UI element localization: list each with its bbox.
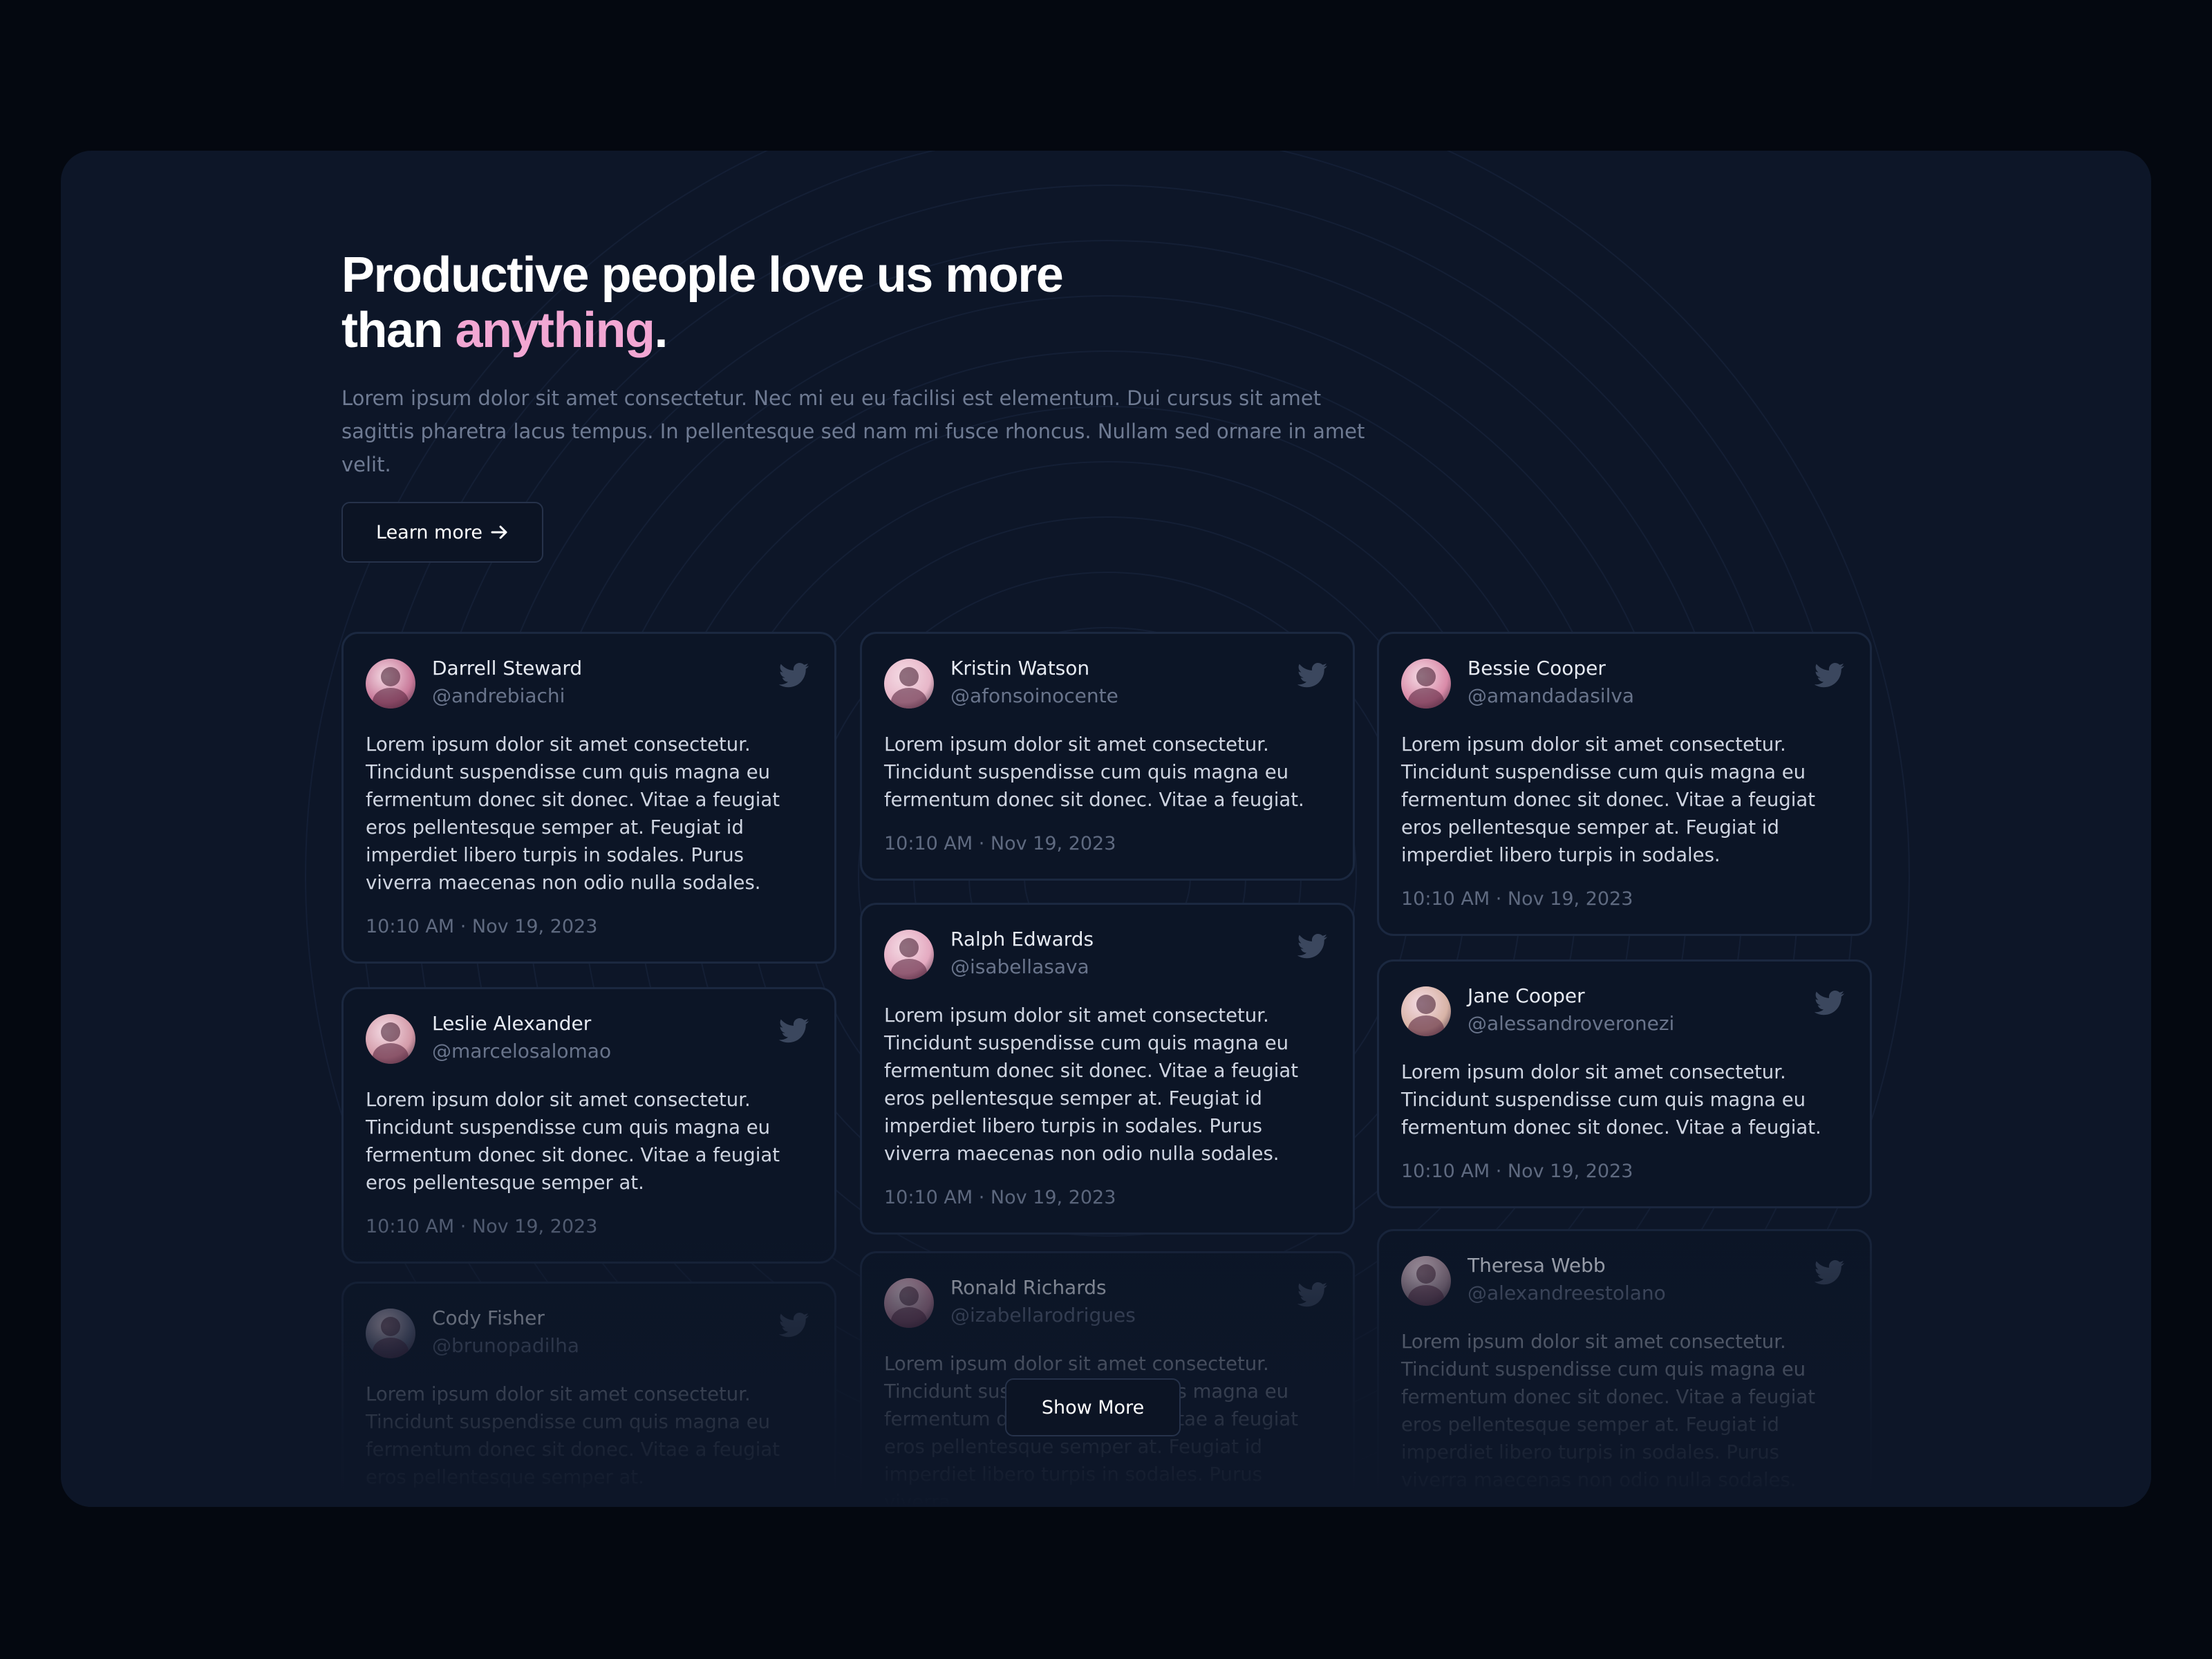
avatar xyxy=(1401,659,1451,709)
testimonial-text: Lorem ipsum dolor sit amet consectetur. … xyxy=(884,1004,1299,1165)
avatar xyxy=(884,1278,934,1328)
author-handle[interactable]: @isabellasava xyxy=(950,953,1089,981)
testimonial-text: Lorem ipsum dolor sit amet consectetur. … xyxy=(1401,1061,1821,1138)
twitter-bird-icon[interactable] xyxy=(1815,991,1845,1015)
testimonial-text: Lorem ipsum dolor sit amet consectetur. … xyxy=(1401,733,1816,866)
learn-more-label: Learn more xyxy=(376,521,482,543)
arrow-right-icon xyxy=(491,525,507,539)
twitter-bird-icon[interactable] xyxy=(779,1313,809,1338)
avatar xyxy=(366,1014,415,1064)
testimonial-text: Lorem ipsum dolor sit amet consectetur. … xyxy=(1401,1331,1816,1491)
testimonial-text: Lorem ipsum dolor sit amet consectetur. … xyxy=(366,1383,780,1488)
card-header: Jane Cooper @alessandroveronezi xyxy=(1401,982,1848,1040)
twitter-bird-icon[interactable] xyxy=(1297,663,1328,688)
testimonial-card[interactable]: Kristin Watson @afonsoinocente Lorem ips… xyxy=(860,632,1355,881)
testimonial-card[interactable]: Bessie Cooper @amandadasilva Lorem ipsum… xyxy=(1377,632,1872,936)
page-title: Productive people love us more than anyt… xyxy=(341,247,1240,358)
twitter-bird-icon[interactable] xyxy=(779,1018,809,1043)
timestamp: 10:10 AM · Nov 19, 2023 xyxy=(366,916,598,937)
avatar xyxy=(884,659,934,709)
timestamp: 10:10 AM · Nov 19, 2023 xyxy=(1401,1161,1633,1182)
timestamp: 10:10 AM · Nov 19, 2023 xyxy=(1401,888,1633,910)
timestamp: 10:10 AM · Nov 19, 2023 xyxy=(884,1187,1116,1208)
card-header: Kristin Watson @afonsoinocente xyxy=(884,655,1331,713)
testimonial-text: Lorem ipsum dolor sit amet consectetur. … xyxy=(884,733,1304,811)
author-handle[interactable]: @marcelosalomao xyxy=(432,1038,611,1065)
author-name: Ronald Richards xyxy=(950,1276,1107,1299)
author-name: Cody Fisher xyxy=(432,1306,545,1329)
avatar xyxy=(1401,1256,1451,1306)
author-handle[interactable]: @alessandroveronezi xyxy=(1468,1010,1674,1038)
avatar xyxy=(1401,986,1451,1036)
author-name: Leslie Alexander xyxy=(432,1012,592,1035)
testimonials-panel: Productive people love us more than anyt… xyxy=(61,151,2151,1507)
testimonial-card[interactable]: Theresa Webb @alexandreestolano Lorem ip… xyxy=(1377,1229,1872,1507)
author-handle[interactable]: @amandadasilva xyxy=(1468,682,1634,710)
author-handle[interactable]: @alexandreestolano xyxy=(1468,1280,1666,1307)
show-more-label: Show More xyxy=(1041,1396,1145,1418)
card-header: Ralph Edwards @isabellasava xyxy=(884,926,1331,984)
testimonial-text: Lorem ipsum dolor sit amet consectetur. … xyxy=(366,733,780,894)
twitter-bird-icon[interactable] xyxy=(779,663,809,688)
author-name: Bessie Cooper xyxy=(1468,657,1606,679)
learn-more-button[interactable]: Learn more xyxy=(341,502,543,563)
author-handle[interactable]: @brunopadilha xyxy=(432,1332,579,1360)
author-handle[interactable]: @afonsoinocente xyxy=(950,682,1118,710)
author-name: Darrell Steward xyxy=(432,657,583,679)
title-line-1: Productive people love us more xyxy=(341,247,1064,303)
show-more-button[interactable]: Show More xyxy=(1005,1378,1181,1436)
twitter-bird-icon[interactable] xyxy=(1815,663,1845,688)
card-header: Darrell Steward @andrebiachi xyxy=(366,655,812,713)
card-header: Cody Fisher @brunopadilha xyxy=(366,1304,812,1362)
title-accent-word: anything xyxy=(455,303,655,358)
author-handle[interactable]: @andrebiachi xyxy=(432,682,565,710)
title-line-2-prefix: than xyxy=(341,303,456,358)
hero-description: Lorem ipsum dolor sit amet consectetur. … xyxy=(341,386,1365,476)
testimonial-card[interactable]: Cody Fisher @brunopadilha Lorem ipsum do… xyxy=(341,1282,836,1507)
card-header: Theresa Webb @alexandreestolano xyxy=(1401,1252,1848,1310)
author-name: Jane Cooper xyxy=(1468,984,1585,1007)
card-header: Ronald Richards @izabellarodrigues xyxy=(884,1274,1331,1332)
title-period: . xyxy=(654,303,668,358)
card-header: Bessie Cooper @amandadasilva xyxy=(1401,655,1848,713)
twitter-bird-icon[interactable] xyxy=(1815,1260,1845,1285)
twitter-bird-icon[interactable] xyxy=(1297,934,1328,959)
timestamp: 10:10 AM · Nov 19, 2023 xyxy=(366,1216,598,1237)
author-name: Ralph Edwards xyxy=(950,928,1094,950)
author-name: Theresa Webb xyxy=(1468,1254,1606,1277)
testimonial-card[interactable]: Darrell Steward @andrebiachi Lorem ipsum… xyxy=(341,632,836,964)
avatar xyxy=(884,930,934,980)
testimonial-card[interactable]: Ralph Edwards @isabellasava Lorem ipsum … xyxy=(860,903,1355,1235)
testimonial-card[interactable]: Jane Cooper @alessandroveronezi Lorem ip… xyxy=(1377,959,1872,1208)
avatar xyxy=(366,659,415,709)
testimonial-text: Lorem ipsum dolor sit amet consectetur. … xyxy=(366,1089,780,1194)
author-handle[interactable]: @izabellarodrigues xyxy=(950,1302,1136,1329)
twitter-bird-icon[interactable] xyxy=(1297,1282,1328,1307)
timestamp: 10:10 AM · Nov 19, 2023 xyxy=(884,833,1116,854)
author-name: Kristin Watson xyxy=(950,657,1090,679)
avatar xyxy=(366,1309,415,1358)
testimonial-card[interactable]: Leslie Alexander @marcelosalomao Lorem i… xyxy=(341,987,836,1264)
card-header: Leslie Alexander @marcelosalomao xyxy=(366,1010,812,1068)
